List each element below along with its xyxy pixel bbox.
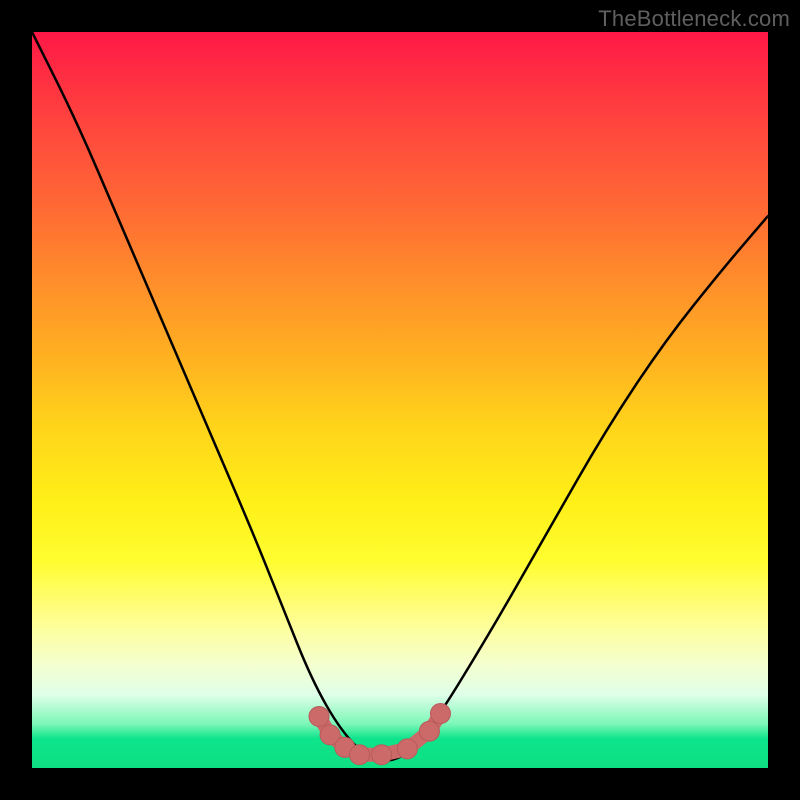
chart-plot-area <box>32 32 768 768</box>
chart-frame: TheBottleneck.com <box>0 0 800 800</box>
optimal-zone-marker <box>397 739 417 759</box>
optimal-zone-marker <box>309 706 329 726</box>
optimal-zone-marker <box>350 745 370 765</box>
bottleneck-curve <box>32 32 768 761</box>
optimal-zone-marker <box>372 745 392 765</box>
chart-svg <box>32 32 768 768</box>
optimal-zone-marker <box>419 721 439 741</box>
optimal-zone-marker <box>430 704 450 724</box>
watermark-text: TheBottleneck.com <box>598 6 790 32</box>
